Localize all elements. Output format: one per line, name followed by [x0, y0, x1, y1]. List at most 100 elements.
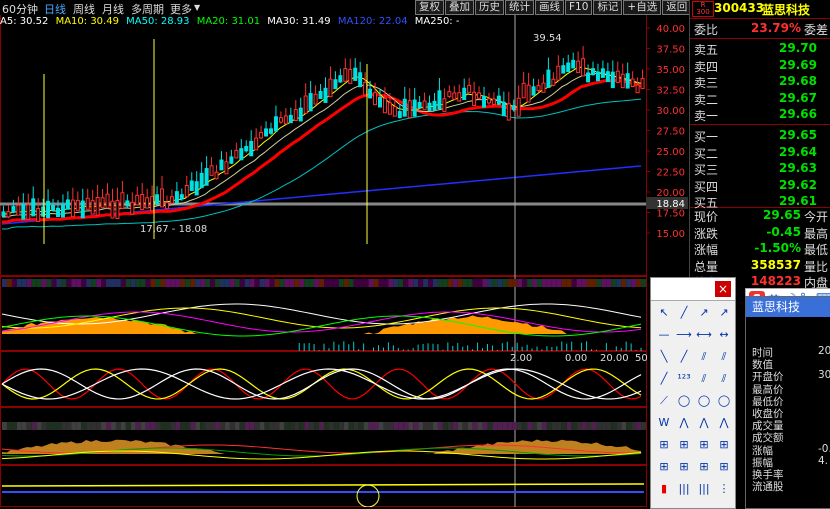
channel-tool-icon[interactable]: ⫽	[715, 348, 733, 366]
quote-panel: R 300 300433 蓝思科技 委比 23.79% 委差 卖五 29.70 卖四…	[689, 0, 830, 307]
heat-strip	[363, 279, 369, 287]
row-label2: 今开	[803, 210, 828, 224]
heat-strip	[457, 279, 463, 287]
tab-multi-period[interactable]: 多周期	[131, 1, 164, 17]
wave-count-tool-icon[interactable]: ¹²³	[675, 370, 693, 388]
chevron-down-icon[interactable]: ▼	[194, 3, 200, 12]
trend-tool-icon[interactable]: ╱	[655, 370, 673, 388]
candle-body	[556, 65, 561, 81]
heat-strip	[502, 422, 508, 430]
heat-strip	[319, 422, 324, 430]
heat-strip	[259, 279, 265, 287]
kline-chart[interactable]: 40.00 37.50 35.00 32.50 30.00 27.50 25.00 22.50…	[0, 14, 688, 507]
ask-row: 卖三 29.68	[690, 74, 830, 91]
close-icon[interactable]: ×	[715, 281, 731, 297]
ma120-legend: MA120: 22.04	[337, 16, 408, 27]
fib3-tool-icon[interactable]: ⊞	[695, 458, 713, 476]
bid-row: 买四 29.62	[690, 178, 830, 195]
gann-tool-icon[interactable]: ⊞	[675, 436, 693, 454]
candle-body	[373, 92, 378, 106]
candle-body	[496, 95, 501, 105]
tab-monthly[interactable]: 月线	[102, 1, 124, 17]
history-button[interactable]: 历史	[475, 0, 504, 15]
ma250-legend: MA250: -	[414, 16, 460, 27]
cycle2-tool-icon[interactable]: |||	[695, 480, 713, 498]
ellipse-tool-icon[interactable]: ◯	[695, 392, 713, 410]
period-tool-icon[interactable]: ⊞	[715, 436, 733, 454]
heat-strip	[437, 422, 443, 430]
info-window[interactable]: 蓝思科技 时间2020数值开盘价30.最高价最低价收盘价成交量成交额涨幅-0.振…	[745, 296, 830, 509]
row-value: 358537	[750, 257, 801, 272]
grid-tool-icon[interactable]: ⊞	[655, 436, 673, 454]
heat-strip	[101, 422, 107, 430]
line-tool-icon[interactable]: ╱	[675, 304, 693, 322]
arrow-tool-icon[interactable]: ↗	[715, 304, 733, 322]
candle-body	[551, 78, 556, 86]
candle-body	[630, 78, 635, 88]
overlay-button[interactable]: 叠加	[445, 0, 474, 15]
heat-strip	[86, 422, 92, 430]
wave-tool-icon[interactable]: W	[655, 414, 673, 432]
cycle-tool-icon[interactable]: |||	[675, 480, 693, 498]
arc-tool-icon[interactable]: ◯	[715, 392, 733, 410]
segment-tool-icon[interactable]: ⟶	[675, 326, 693, 344]
bar-tool-icon[interactable]: ▮	[655, 480, 673, 498]
candle-body	[21, 204, 26, 220]
tab-weekly[interactable]: 周线	[73, 1, 95, 17]
drawing-tool-palette[interactable]: × ↖ ╱ ↗ ↗ — ⟶ ⟷ ↔ ╲ ╱ ⫽ ⫽ ╱ ¹²³ ⫽ ⫽ ⟋ ◯ ◯ ◯ W ⋀ ⋀ ⋀ ⊞ ⊞ ⊞ ⊞ ⊞ ⊞ ⊞ ⊞ ▮ |||…	[650, 277, 736, 509]
fan-tool-icon[interactable]: ⫽	[715, 370, 733, 388]
row-value: 29.65	[763, 208, 801, 222]
add-watchlist-button[interactable]: +自选	[623, 0, 662, 15]
heat-strip	[239, 422, 245, 430]
heat-strip	[31, 279, 37, 287]
circle-tool-icon[interactable]: ◯	[675, 392, 693, 410]
zigzag-tool-icon[interactable]: ⋀	[715, 414, 733, 432]
stats-button[interactable]: 统计	[505, 0, 534, 15]
f10-button[interactable]: F10	[565, 0, 593, 15]
draw-line-button[interactable]: 画线	[535, 0, 564, 15]
indicator-readout: 0.00	[565, 353, 587, 364]
heat-strip	[631, 279, 637, 287]
bid-row: 买二 29.64	[690, 145, 830, 162]
heat-strip	[333, 279, 339, 287]
candle-body	[283, 115, 288, 125]
tab-60min[interactable]: 60分钟	[2, 1, 38, 17]
tab-daily[interactable]: 日线	[44, 1, 66, 17]
fib2-tool-icon[interactable]: ⊞	[675, 458, 693, 476]
row-value: 29.61	[779, 194, 817, 209]
heat-strip	[641, 422, 646, 430]
heat-strip	[16, 279, 22, 287]
ray-tool-icon[interactable]: ↗	[695, 304, 713, 322]
restore-rights-button[interactable]: 复权	[415, 0, 444, 15]
heat-strip	[135, 422, 141, 430]
heat-strip	[482, 422, 488, 430]
heat-strip	[11, 422, 17, 430]
mark-button[interactable]: 标记	[593, 0, 623, 15]
row-label2: 最低	[803, 243, 828, 258]
angle-tool-icon[interactable]: ⟋	[655, 392, 673, 410]
tab-more[interactable]: 更多	[170, 1, 192, 17]
select-tool-icon[interactable]: ↖	[655, 304, 673, 322]
heat-strip	[195, 422, 201, 430]
back-button[interactable]: 返回	[662, 0, 692, 15]
range-tool-icon[interactable]: ↔	[715, 326, 733, 344]
triangle-wave-tool-icon[interactable]: ⋀	[695, 414, 713, 432]
up-line-tool-icon[interactable]: ╱	[675, 348, 693, 366]
fork-tool-icon[interactable]: ⫽	[695, 370, 713, 388]
hline-tool-icon[interactable]: —	[655, 326, 673, 344]
bid-row: 买三 29.63	[690, 161, 830, 178]
heat-strip	[333, 422, 339, 430]
dots-tool-icon[interactable]: ⋮	[715, 480, 733, 498]
double-arrow-tool-icon[interactable]: ⟷	[695, 326, 713, 344]
heat-strip	[467, 279, 473, 287]
heat-strip	[160, 279, 166, 287]
peak-tool-icon[interactable]: ⋀	[675, 414, 693, 432]
down-line-tool-icon[interactable]: ╲	[655, 348, 673, 366]
heat-strip	[368, 422, 374, 430]
box-tool-icon[interactable]: ⊞	[695, 436, 713, 454]
fib-tool-icon[interactable]: ⊞	[655, 458, 673, 476]
candle-body	[164, 202, 169, 210]
heat-strip	[601, 279, 607, 287]
fib4-tool-icon[interactable]: ⊞	[715, 458, 733, 476]
parallel-tool-icon[interactable]: ⫽	[695, 348, 713, 366]
